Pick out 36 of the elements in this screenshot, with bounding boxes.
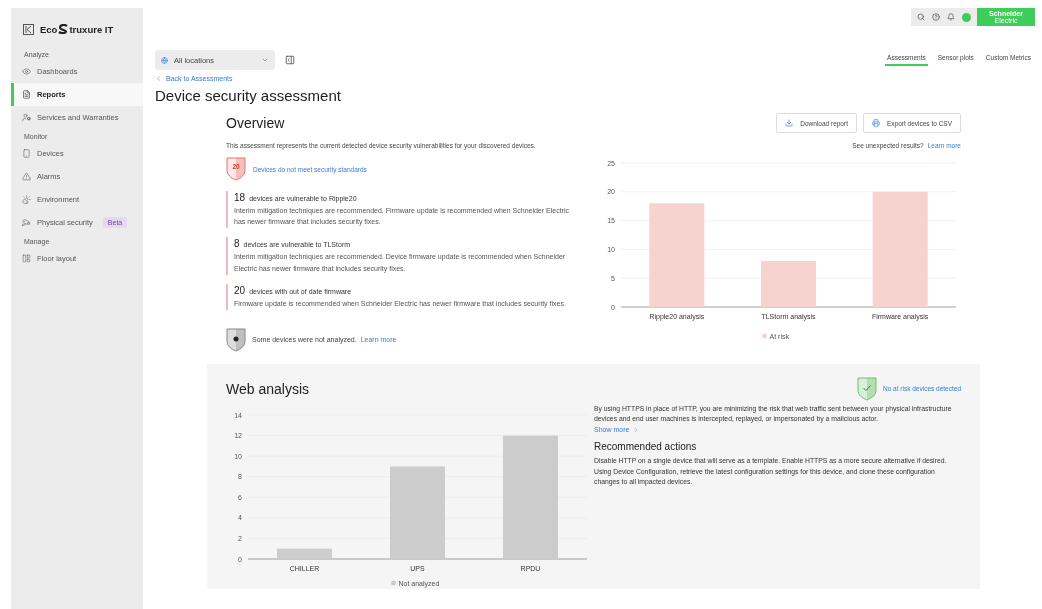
- floor-plan-icon: [22, 254, 31, 263]
- bar: [761, 260, 816, 307]
- globe-icon: [161, 56, 168, 64]
- finding-count: 20: [234, 284, 246, 296]
- legend-marker: [391, 580, 396, 586]
- unknown-shield-icon: [226, 327, 246, 352]
- check-shield-icon: [856, 376, 877, 401]
- user-gear-icon: [22, 113, 31, 122]
- printer-icon: [871, 119, 880, 127]
- cloud-sun-icon: [22, 195, 31, 204]
- subheading: Recommended actions: [594, 441, 698, 452]
- chevron-down-icon: [261, 56, 269, 64]
- warning-icon: [22, 172, 31, 181]
- section-heading: Overview: [226, 115, 285, 131]
- legend-marker: [762, 333, 767, 339]
- finding-count: 8: [234, 238, 240, 250]
- logo-s-icon: [58, 24, 69, 34]
- chevron-right-icon: [633, 426, 640, 433]
- brand-name: Eco truxure IT: [40, 23, 114, 35]
- logo-icon: [23, 23, 34, 35]
- help-icon[interactable]: [932, 13, 940, 21]
- device-icon: [22, 149, 31, 158]
- download-icon: [785, 119, 794, 127]
- finding-count: 18: [234, 192, 246, 203]
- search-icon[interactable]: [917, 13, 925, 21]
- eye-icon: [22, 67, 31, 76]
- chevron-left-icon: [155, 75, 162, 82]
- section-heading: Web analysis: [226, 380, 309, 397]
- page-title: Device security assessment: [155, 87, 342, 104]
- document-icon: [22, 90, 31, 99]
- bell-icon[interactable]: [947, 13, 955, 21]
- risk-shield-icon: [226, 157, 246, 181]
- camera-icon: [22, 218, 31, 227]
- user-avatar[interactable]: [962, 12, 971, 22]
- panel-toggle-icon[interactable]: [285, 55, 295, 65]
- bar: [277, 548, 332, 559]
